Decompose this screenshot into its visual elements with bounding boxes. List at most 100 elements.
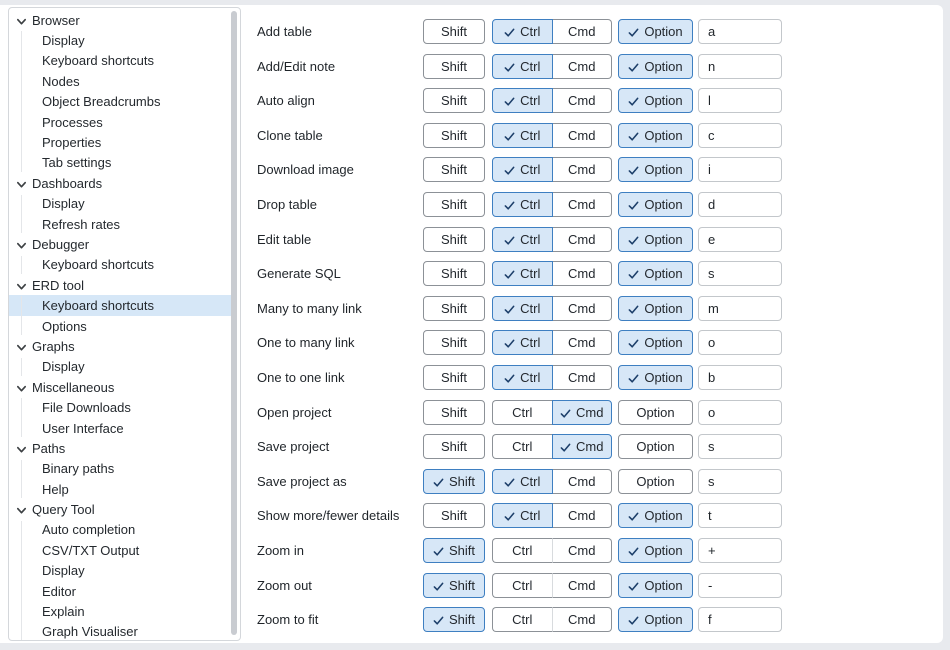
option-toggle[interactable]: Option xyxy=(618,503,693,528)
shortcut-key-input[interactable] xyxy=(698,330,782,355)
shortcut-key-input[interactable] xyxy=(698,365,782,390)
chevron-down-icon[interactable] xyxy=(16,504,27,515)
option-toggle[interactable]: Option xyxy=(618,54,693,79)
ctrl-toggle[interactable]: Ctrl xyxy=(492,19,553,44)
shortcut-key-input[interactable] xyxy=(698,434,782,459)
cmd-toggle[interactable]: Cmd xyxy=(553,261,613,286)
tree-item-query-tool-auto-completion[interactable]: Auto completion xyxy=(9,520,231,540)
tree-item-graphs-display[interactable]: Display xyxy=(9,357,231,377)
shortcut-key-input[interactable] xyxy=(698,469,782,494)
option-toggle[interactable]: Option xyxy=(618,123,693,148)
tree-item-erd-tool-options[interactable]: Options xyxy=(9,316,231,336)
cmd-toggle[interactable]: Cmd xyxy=(552,400,613,425)
shift-toggle[interactable]: Shift xyxy=(423,434,485,459)
cmd-toggle[interactable]: Cmd xyxy=(552,607,613,632)
ctrl-toggle[interactable]: Ctrl xyxy=(492,538,552,563)
shortcut-key-input[interactable] xyxy=(698,400,782,425)
shortcut-key-input[interactable] xyxy=(698,227,782,252)
option-toggle[interactable]: Option xyxy=(618,607,693,632)
cmd-toggle[interactable]: Cmd xyxy=(553,19,613,44)
tree-group-debugger[interactable]: Debugger xyxy=(9,234,231,254)
option-toggle[interactable]: Option xyxy=(618,261,693,286)
tree-item-paths-binary-paths[interactable]: Binary paths xyxy=(9,459,231,479)
tree-item-query-tool-csv-txt-output[interactable]: CSV/TXT Output xyxy=(9,540,231,560)
option-toggle[interactable]: Option xyxy=(618,365,693,390)
ctrl-toggle[interactable]: Ctrl xyxy=(492,434,552,459)
shift-toggle[interactable]: Shift xyxy=(423,227,485,252)
shortcut-key-input[interactable] xyxy=(698,573,782,598)
tree-group-graphs[interactable]: Graphs xyxy=(9,336,231,356)
tree-group-erd-tool[interactable]: ERD tool xyxy=(9,275,231,295)
tree-item-miscellaneous-file-downloads[interactable]: File Downloads xyxy=(9,397,231,417)
option-toggle[interactable]: Option xyxy=(618,296,693,321)
chevron-down-icon[interactable] xyxy=(16,178,27,189)
option-toggle[interactable]: Option xyxy=(618,227,693,252)
option-toggle[interactable]: Option xyxy=(618,192,693,217)
shift-toggle[interactable]: Shift xyxy=(423,192,485,217)
chevron-down-icon[interactable] xyxy=(16,382,27,393)
option-toggle[interactable]: Option xyxy=(618,573,693,598)
tree-item-dashboards-display[interactable]: Display xyxy=(9,194,231,214)
cmd-toggle[interactable]: Cmd xyxy=(553,192,613,217)
ctrl-toggle[interactable]: Ctrl xyxy=(492,573,552,598)
tree-item-browser-processes[interactable]: Processes xyxy=(9,112,231,132)
chevron-down-icon[interactable] xyxy=(16,239,27,250)
option-toggle[interactable]: Option xyxy=(618,330,693,355)
ctrl-toggle[interactable]: Ctrl xyxy=(492,227,553,252)
shift-toggle[interactable]: Shift xyxy=(423,469,485,494)
chevron-down-icon[interactable] xyxy=(16,15,27,26)
shortcut-key-input[interactable] xyxy=(698,54,782,79)
tree-item-dashboards-refresh-rates[interactable]: Refresh rates xyxy=(9,214,231,234)
shortcut-key-input[interactable] xyxy=(698,261,782,286)
tree-item-query-tool-graph-visualiser[interactable]: Graph Visualiser xyxy=(9,622,231,641)
cmd-toggle[interactable]: Cmd xyxy=(553,157,613,182)
cmd-toggle[interactable]: Cmd xyxy=(553,469,613,494)
tree-item-browser-keyboard-shortcuts[interactable]: Keyboard shortcuts xyxy=(9,51,231,71)
shift-toggle[interactable]: Shift xyxy=(423,330,485,355)
cmd-toggle[interactable]: Cmd xyxy=(553,54,613,79)
shortcut-key-input[interactable] xyxy=(698,157,782,182)
shift-toggle[interactable]: Shift xyxy=(423,88,485,113)
shortcut-key-input[interactable] xyxy=(698,538,782,563)
cmd-toggle[interactable]: Cmd xyxy=(552,434,613,459)
tree-group-dashboards[interactable]: Dashboards xyxy=(9,173,231,193)
option-toggle[interactable]: Option xyxy=(618,400,693,425)
option-toggle[interactable]: Option xyxy=(618,469,693,494)
cmd-toggle[interactable]: Cmd xyxy=(553,227,613,252)
shortcut-key-input[interactable] xyxy=(698,607,782,632)
tree-item-query-tool-editor[interactable]: Editor xyxy=(9,581,231,601)
tree-group-query-tool[interactable]: Query Tool xyxy=(9,499,231,519)
shift-toggle[interactable]: Shift xyxy=(423,400,485,425)
ctrl-toggle[interactable]: Ctrl xyxy=(492,192,553,217)
cmd-toggle[interactable]: Cmd xyxy=(553,296,613,321)
shortcut-key-input[interactable] xyxy=(698,503,782,528)
shift-toggle[interactable]: Shift xyxy=(423,365,485,390)
shortcut-key-input[interactable] xyxy=(698,123,782,148)
tree-group-paths[interactable]: Paths xyxy=(9,438,231,458)
shortcut-key-input[interactable] xyxy=(698,88,782,113)
chevron-down-icon[interactable] xyxy=(16,443,27,454)
tree-item-browser-properties[interactable]: Properties xyxy=(9,132,231,152)
tree-item-debugger-keyboard-shortcuts[interactable]: Keyboard shortcuts xyxy=(9,255,231,275)
tree-item-browser-tab-settings[interactable]: Tab settings xyxy=(9,153,231,173)
tree-group-browser[interactable]: Browser xyxy=(9,10,231,30)
shortcut-key-input[interactable] xyxy=(698,192,782,217)
chevron-down-icon[interactable] xyxy=(16,280,27,291)
cmd-toggle[interactable]: Cmd xyxy=(553,88,613,113)
ctrl-toggle[interactable]: Ctrl xyxy=(492,330,553,355)
shortcut-key-input[interactable] xyxy=(698,296,782,321)
tree-item-erd-tool-keyboard-shortcuts[interactable]: Keyboard shortcuts xyxy=(9,295,231,315)
ctrl-toggle[interactable]: Ctrl xyxy=(492,400,552,425)
ctrl-toggle[interactable]: Ctrl xyxy=(492,54,553,79)
option-toggle[interactable]: Option xyxy=(618,19,693,44)
shift-toggle[interactable]: Shift xyxy=(423,123,485,148)
cmd-toggle[interactable]: Cmd xyxy=(553,503,613,528)
cmd-toggle[interactable]: Cmd xyxy=(552,573,613,598)
shift-toggle[interactable]: Shift xyxy=(423,607,485,632)
tree-item-browser-display[interactable]: Display xyxy=(9,30,231,50)
cmd-toggle[interactable]: Cmd xyxy=(552,538,613,563)
shift-toggle[interactable]: Shift xyxy=(423,19,485,44)
ctrl-toggle[interactable]: Ctrl xyxy=(492,88,553,113)
shift-toggle[interactable]: Shift xyxy=(423,538,485,563)
option-toggle[interactable]: Option xyxy=(618,434,693,459)
